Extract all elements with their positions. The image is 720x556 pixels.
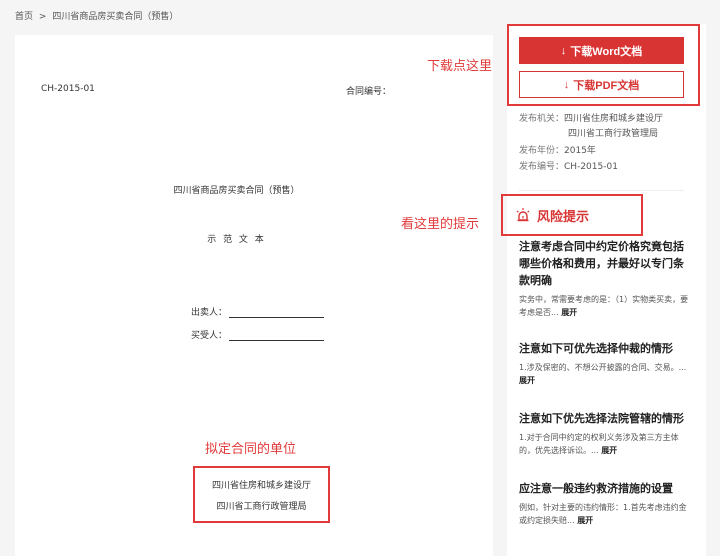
risk-item-desc-text: 例如，针对主要的违约情形：1.首先考虑违约金或约定损失赔... (519, 503, 687, 525)
expand-link[interactable]: 展开 (561, 308, 577, 317)
document-title: 四川省商品房买卖合同（预售） (173, 186, 300, 196)
meta-code-label: 发布编号： (519, 162, 565, 172)
issuer-highlight-box: 四川省住房和城乡建设厅 四川省工商行政管理局 (193, 466, 330, 523)
risk-item-desc-text: 1.涉及保密的、不想公开披露的合同、交易。... (519, 363, 687, 372)
risk-item-title: 注意如下优先选择法院管辖的情形 (519, 412, 684, 425)
risk-header: 风险提示 (501, 194, 643, 236)
expand-link[interactable]: 展开 (601, 446, 617, 455)
buyer-field: 买受人： (191, 328, 325, 341)
meta-year-value: 2015年 (564, 146, 596, 156)
download-icon: ↓ (560, 44, 567, 57)
meta-issuer-value-1: 四川省住房和城乡建设厅 (564, 114, 664, 124)
risk-item-desc: 例如，针对主要的违约情形：1.首先考虑违约金或约定损失赔... 展开 (519, 501, 693, 527)
annotation-download: 下载点这里 (427, 59, 493, 74)
risk-item-title: 注意如下可优先选择仲裁的情形 (519, 342, 673, 355)
issuer-line-2: 四川省工商行政管理局 (216, 502, 307, 512)
breadcrumb-separator: > (38, 12, 47, 22)
annotation-unit: 拟定合同的单位 (205, 442, 297, 457)
expand-link[interactable]: 展开 (519, 376, 535, 385)
risk-title: 风险提示 (537, 209, 590, 225)
meta-year: 发布年份：2015年 (519, 145, 596, 158)
meta-issuer-2: 四川省工商行政管理局 (568, 129, 659, 139)
document-subtitle: 示 范 文 本 (207, 235, 266, 245)
risk-item: 注意如下优先选择法院管辖的情形 1.对于合同中约定的权利义务涉及第三方主体的，优… (519, 410, 693, 457)
download-pdf-label: 下载PDF文档 (573, 79, 640, 92)
seller-field: 出卖人： (191, 305, 325, 318)
divider (519, 190, 684, 191)
risk-item-title: 应注意一般违约救济措施的设置 (519, 482, 673, 495)
risk-item-desc-text: 实务中，常需要考虑的是：（1）实物类买卖，要考虑是否... (519, 295, 689, 317)
contract-number-label: 合同编号： (346, 87, 392, 97)
download-pdf-button[interactable]: ↓ 下载PDF文档 (519, 71, 684, 98)
buyer-blank-line (229, 333, 325, 341)
document-code: CH-2015-01 (41, 84, 95, 94)
meta-code-value: CH-2015-01 (564, 162, 618, 172)
expand-link[interactable]: 展开 (577, 516, 593, 525)
risk-item-title: 注意考虑合同中约定价格究竟包括哪些价格和费用，并最好以专门条款明确 (519, 240, 684, 287)
breadcrumb: 首页 > 四川省商品房买卖合同（预售） (15, 9, 181, 22)
risk-item-desc: 1.涉及保密的、不想公开披露的合同、交易。... 展开 (519, 361, 693, 387)
download-word-label: 下载Word文档 (570, 45, 643, 58)
issuer-line-1: 四川省住房和城乡建设厅 (211, 481, 311, 491)
buyer-label: 买受人： (191, 331, 228, 341)
meta-year-label: 发布年份： (519, 146, 565, 156)
breadcrumb-current: 四川省商品房买卖合同（预售） (52, 12, 179, 22)
risk-item: 注意如下可优先选择仲裁的情形 1.涉及保密的、不想公开披露的合同、交易。... … (519, 340, 693, 387)
download-word-button[interactable]: ↓ 下载Word文档 (519, 37, 684, 64)
risk-item-desc-text: 1.对于合同中约定的权利义务涉及第三方主体的，优先选择诉讼。... (519, 433, 679, 455)
risk-item-desc: 实务中，常需要考虑的是：（1）实物类买卖，要考虑是否... 展开 (519, 293, 693, 319)
risk-item: 注意考虑合同中约定价格究竟包括哪些价格和费用，并最好以专门条款明确 实务中，常需… (519, 238, 693, 319)
seller-label: 出卖人： (191, 308, 228, 318)
annotation-risk: 看这里的提示 (401, 217, 480, 232)
risk-item: 应注意一般违约救济措施的设置 例如，针对主要的违约情形：1.首先考虑违约金或约定… (519, 480, 693, 527)
download-icon: ↓ (563, 78, 570, 91)
sidebar: ↓ 下载Word文档 ↓ 下载PDF文档 发布机关：四川省住房和城乡建设厅 四川… (501, 24, 706, 556)
risk-item-desc: 1.对于合同中约定的权利义务涉及第三方主体的，优先选择诉讼。... 展开 (519, 431, 693, 457)
alarm-icon (516, 208, 530, 222)
breadcrumb-home[interactable]: 首页 (15, 12, 33, 22)
meta-issuer: 发布机关：四川省住房和城乡建设厅 (519, 113, 663, 126)
seller-blank-line (229, 310, 325, 318)
meta-code: 发布编号：CH-2015-01 (519, 161, 618, 174)
meta-issuer-label: 发布机关： (519, 114, 565, 124)
download-highlight-box: ↓ 下载Word文档 ↓ 下载PDF文档 (507, 24, 700, 106)
